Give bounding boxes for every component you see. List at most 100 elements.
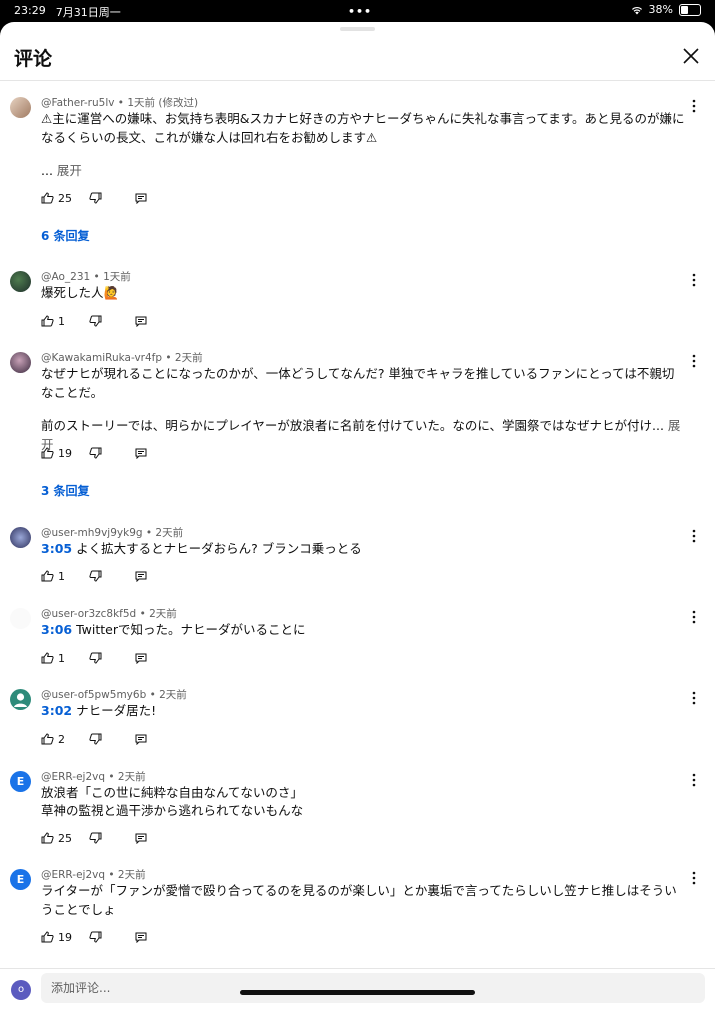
- add-comment-input[interactable]: [41, 973, 705, 1003]
- more-vert-icon[interactable]: [690, 773, 698, 787]
- comment-author[interactable]: @Ao_231: [41, 271, 90, 283]
- view-replies-link[interactable]: 6 条回复: [41, 227, 90, 244]
- avatar[interactable]: [10, 527, 31, 548]
- reply-button[interactable]: [135, 653, 147, 664]
- dislike-button[interactable]: [89, 652, 135, 664]
- more-vert-icon[interactable]: [690, 273, 698, 287]
- home-indicator[interactable]: [240, 990, 475, 995]
- comment-author[interactable]: @user-or3zc8kf5d: [41, 608, 136, 620]
- like-button[interactable]: 2: [41, 733, 89, 746]
- reply-button[interactable]: [135, 833, 147, 844]
- comment-actions: 1: [41, 650, 147, 666]
- reply-icon: [135, 932, 147, 943]
- more-vert-icon[interactable]: [690, 871, 698, 885]
- multitask-dots-icon[interactable]: •••: [348, 5, 372, 18]
- like-count: 25: [58, 191, 72, 205]
- add-comment-bar: o: [0, 968, 715, 1024]
- close-icon[interactable]: [681, 46, 701, 66]
- reply-button[interactable]: [135, 932, 147, 943]
- more-vert-icon[interactable]: [690, 354, 698, 368]
- view-replies-link[interactable]: 3 条回复: [41, 482, 90, 499]
- reply-button[interactable]: [135, 734, 147, 745]
- avatar[interactable]: E: [10, 771, 31, 792]
- comment-actions: 1: [41, 313, 147, 329]
- reply-button[interactable]: [135, 448, 147, 459]
- status-date: 7月31日周一: [55, 6, 121, 19]
- video-timestamp-link[interactable]: 3:06: [41, 622, 72, 637]
- sheet-header: 评论: [0, 36, 715, 81]
- video-timestamp-link[interactable]: 3:02: [41, 703, 72, 718]
- dislike-button[interactable]: [89, 315, 135, 327]
- avatar[interactable]: [10, 271, 31, 292]
- like-button[interactable]: 1: [41, 570, 89, 583]
- avatar[interactable]: [10, 689, 31, 710]
- like-button[interactable]: 25: [41, 832, 89, 845]
- reply-icon: [135, 571, 147, 582]
- comment-author[interactable]: @user-mh9vj9yk9g: [41, 527, 143, 539]
- dislike-button[interactable]: [89, 447, 135, 459]
- avatar[interactable]: [10, 608, 31, 629]
- like-button[interactable]: 1: [41, 315, 89, 328]
- like-icon: [41, 832, 54, 844]
- comment-actions: 1: [41, 568, 147, 584]
- reply-icon: [135, 734, 147, 745]
- like-count: 19: [58, 446, 72, 460]
- reply-icon: [135, 653, 147, 664]
- comment-text-second: 前のストーリーでは、明らかにプレイヤーが放浪者に名前を付けていた。なのに、学園祭…: [41, 418, 664, 433]
- comment-author[interactable]: @KawakamiRuka-vr4fp: [41, 352, 162, 364]
- dislike-button[interactable]: [89, 570, 135, 582]
- more-vert-icon[interactable]: [690, 610, 698, 624]
- dislike-icon: [89, 192, 102, 204]
- dislike-button[interactable]: [89, 931, 135, 943]
- reply-button[interactable]: [135, 571, 147, 582]
- more-vert-icon[interactable]: [690, 691, 698, 705]
- avatar[interactable]: E: [10, 869, 31, 890]
- comment-time: 2天前: [149, 608, 177, 620]
- comment-text-more: ... 展开: [41, 161, 686, 180]
- like-button[interactable]: 19: [41, 447, 89, 460]
- more-vert-icon[interactable]: [690, 529, 698, 543]
- comment-time: 2天前: [155, 527, 184, 539]
- comment-text: 3:02 ナヒーダ居た!: [41, 701, 686, 720]
- comment-text: 3:05 よく拡大するとナヒーダおらん? ブランコ乗っとる: [41, 539, 686, 558]
- comment-author[interactable]: @user-of5pw5my6b: [41, 689, 146, 701]
- wifi-icon: [631, 6, 642, 14]
- dislike-button[interactable]: [89, 192, 135, 204]
- avatar[interactable]: [10, 352, 31, 373]
- comment-time: 2天前: [117, 869, 146, 881]
- comment-author[interactable]: @Father-ru5lv: [41, 97, 114, 109]
- like-button[interactable]: 19: [41, 931, 89, 944]
- like-icon: [41, 315, 54, 327]
- like-button[interactable]: 1: [41, 652, 89, 665]
- like-button[interactable]: 25: [41, 192, 89, 205]
- video-timestamp-link[interactable]: 3:05: [41, 541, 72, 556]
- status-bar: 23:29 7月31日周一 ••• 38%: [0, 0, 715, 22]
- person-icon: [14, 693, 27, 707]
- avatar[interactable]: [10, 97, 31, 118]
- comment-author[interactable]: @ERR-ej2vq: [41, 869, 105, 881]
- like-icon: [41, 447, 54, 459]
- comment-author[interactable]: @ERR-ej2vq: [41, 771, 105, 783]
- more-vert-icon[interactable]: [690, 99, 698, 113]
- comment-text-second: 草神の監視と過干渉から逃れられてないもんな: [41, 803, 304, 818]
- comment-actions: 25: [41, 190, 147, 206]
- reply-button[interactable]: [135, 316, 147, 327]
- dislike-icon: [89, 931, 102, 943]
- comment-text: 3:06 Twitterで知った。ナヒーダがいることに: [41, 620, 686, 639]
- dislike-icon: [89, 570, 102, 582]
- dislike-icon: [89, 652, 102, 664]
- comment-time: 2天前: [159, 689, 187, 701]
- sheet-grabber[interactable]: [340, 27, 375, 31]
- like-count: 1: [58, 651, 65, 665]
- dislike-button[interactable]: [89, 733, 135, 745]
- dislike-button[interactable]: [89, 832, 135, 844]
- reply-button[interactable]: [135, 193, 147, 204]
- comment-actions: 19: [41, 929, 147, 945]
- comment-text: 爆死した人🙋: [41, 285, 120, 300]
- expand-link[interactable]: 展开: [57, 163, 82, 178]
- like-icon: [41, 733, 54, 745]
- comments-sheet: 评论 @Father-ru5lv • 1天前 (修改过) ⚠主に運営への嫌味、お…: [0, 22, 715, 1024]
- like-icon: [41, 931, 54, 943]
- like-count: 19: [58, 930, 72, 944]
- my-avatar[interactable]: o: [11, 980, 31, 1000]
